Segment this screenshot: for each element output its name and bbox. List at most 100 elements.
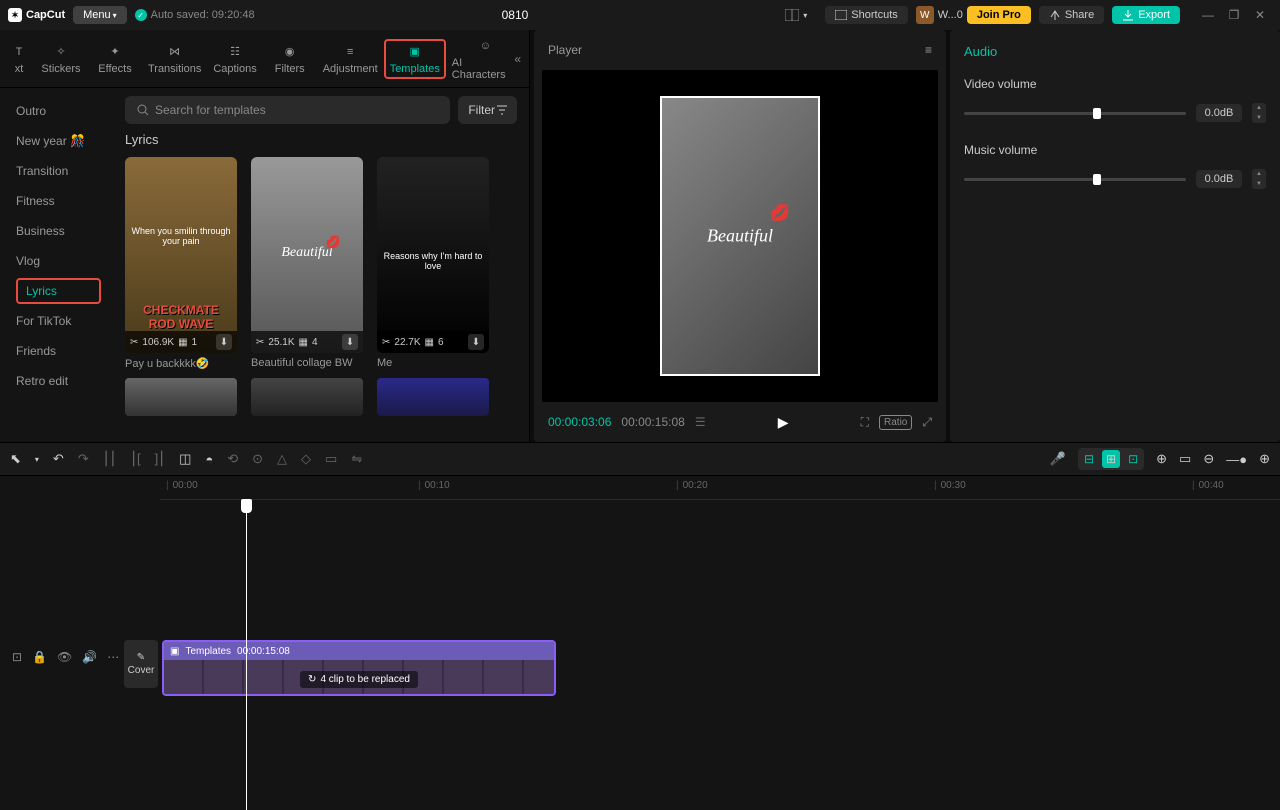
maximize-button[interactable]: ❐	[1222, 3, 1246, 27]
cat-vlog[interactable]: Vlog	[0, 246, 113, 276]
minimize-button[interactable]: —	[1196, 3, 1220, 27]
template-card[interactable]: Reasons why I'm hard to love ✂22.7K ▦6 ⬇…	[377, 157, 489, 370]
cover-button[interactable]: ✎ Cover	[124, 640, 158, 688]
mirror-button[interactable]: ⟲	[227, 451, 238, 467]
template-card[interactable]: Beautiful 💋 ✂25.1K ▦4 ⬇ Beautiful collag…	[251, 157, 363, 370]
mask-button[interactable]: ◓	[205, 452, 213, 467]
cat-friends[interactable]: Friends	[0, 336, 113, 366]
player-menu-button[interactable]: ≡	[925, 43, 932, 57]
tab-stickers[interactable]: ✧ Stickers	[34, 39, 88, 79]
scale-icon[interactable]: ⛶	[861, 415, 869, 430]
split-button[interactable]: ⎮⎮	[103, 451, 117, 467]
effects-icon: ✦	[106, 43, 124, 61]
filter-button[interactable]: Filter	[458, 96, 517, 124]
layout-button[interactable]: ▾	[775, 6, 817, 24]
timeline-toolbar: ⬉ ▾ ↶ ↷ ⎮⎮ ⎮[ ]⎮ ◫ ◓ ⟲ ⊙ △ ◇ ▭ ⇋ 🎤 ⊟ ⊞ ⊡…	[0, 442, 1280, 476]
freeze-button[interactable]: ▭	[325, 451, 337, 467]
shortcuts-button[interactable]: Shortcuts	[825, 6, 907, 24]
undo-button[interactable]: ↶	[53, 451, 64, 467]
export-button[interactable]: Export	[1112, 6, 1180, 24]
cat-business[interactable]: Business	[0, 216, 113, 246]
playhead-handle[interactable]	[241, 499, 252, 513]
download-button[interactable]: ⬇	[468, 334, 484, 350]
tab-effects[interactable]: ✦ Effects	[88, 39, 142, 79]
share-button[interactable]: Share	[1039, 6, 1104, 24]
playhead[interactable]	[246, 500, 247, 810]
reverse-button[interactable]: ⇋	[351, 451, 362, 467]
cat-transition[interactable]: Transition	[0, 156, 113, 186]
template-card[interactable]	[377, 378, 489, 416]
warning-icon[interactable]: △	[277, 451, 287, 467]
select-tool[interactable]: ⬉	[10, 451, 21, 467]
text-icon: T	[10, 43, 28, 61]
layout-icon	[785, 9, 799, 21]
template-chip-icon: ▣	[170, 646, 179, 657]
tab-text[interactable]: T xt	[4, 39, 34, 79]
list-icon[interactable]: ☰	[695, 415, 706, 429]
menu-button[interactable]: Menu▾	[73, 6, 127, 24]
split-right-button[interactable]: ]⎮	[155, 451, 165, 467]
video-volume-value[interactable]: 0.0dB	[1196, 104, 1242, 122]
align-button[interactable]: ⊕	[1156, 451, 1167, 467]
cat-newyear[interactable]: New year 🎊	[0, 126, 113, 156]
tab-captions[interactable]: ☷ Captions	[207, 39, 262, 79]
user-avatar[interactable]: W	[916, 6, 934, 24]
search-input[interactable]: Search for templates	[125, 96, 450, 124]
close-button[interactable]: ✕	[1248, 3, 1272, 27]
timeline-ruler[interactable]: 00:00 00:10 00:20 00:30 00:40	[160, 476, 1280, 500]
tab-adjustment[interactable]: ≡ Adjustment	[317, 39, 384, 79]
fullscreen-button[interactable]: ⤢	[922, 415, 932, 430]
zoom-slider[interactable]: —●	[1226, 452, 1247, 467]
split-left-button[interactable]: ⎮[	[130, 451, 140, 467]
lock-icon[interactable]: 🔒	[32, 650, 47, 664]
tab-templates[interactable]: ▣ Templates	[384, 39, 446, 79]
play-button[interactable]: ▶	[778, 414, 789, 431]
tab-filters[interactable]: ◉ Filters	[263, 39, 317, 79]
media-tabs: T xt ✧ Stickers ✦ Effects ⋈ Transitions …	[0, 30, 529, 88]
music-volume-slider[interactable]	[964, 178, 1186, 181]
rotate-button[interactable]: ⊙	[252, 451, 263, 467]
join-pro-button[interactable]: Join Pro	[967, 6, 1031, 24]
ratio-button[interactable]: Ratio	[879, 415, 912, 430]
video-volume-stepper[interactable]: ▲▼	[1252, 103, 1266, 123]
music-volume-stepper[interactable]: ▲▼	[1252, 169, 1266, 189]
export-icon	[1122, 9, 1134, 21]
zoom-out-button[interactable]: ⊖	[1203, 451, 1214, 467]
template-card[interactable]	[125, 378, 237, 416]
download-button[interactable]: ⬇	[216, 334, 232, 350]
app-name: CapCut	[26, 9, 65, 21]
match-button[interactable]: ▭	[1179, 451, 1191, 467]
player-preview[interactable]: 💋 Beautiful	[542, 70, 938, 402]
cat-fitness[interactable]: Fitness	[0, 186, 113, 216]
template-card[interactable]	[251, 378, 363, 416]
crop-button[interactable]: ◫	[179, 451, 191, 467]
kiss-icon: 💋	[326, 235, 341, 249]
cat-lyrics[interactable]: Lyrics	[16, 278, 101, 304]
tab-transitions[interactable]: ⋈ Transitions	[142, 39, 207, 79]
effect-button[interactable]: ◇	[301, 451, 311, 467]
cat-fortiktok[interactable]: For TikTok	[0, 306, 113, 336]
more-icon[interactable]: ⋯	[107, 650, 119, 664]
select-mode-dropdown[interactable]: ▾	[35, 455, 39, 464]
music-volume-value[interactable]: 0.0dB	[1196, 170, 1242, 188]
mic-button[interactable]: 🎤	[1050, 451, 1066, 467]
video-volume-slider[interactable]	[964, 112, 1186, 115]
ruler-tick: 00:30	[934, 480, 966, 491]
zoom-in-button[interactable]: ⊕	[1259, 451, 1270, 467]
cat-outro[interactable]: Outro	[0, 96, 113, 126]
mute-icon[interactable]: 🔊	[82, 650, 97, 664]
tab-ai-characters[interactable]: ☺ AI Characters	[446, 33, 525, 85]
sticker-icon: ✧	[52, 43, 70, 61]
collapse-panel-button[interactable]: «	[514, 52, 521, 66]
timeline-clip[interactable]: ▣ Templates 00:00:15:08 ↻ 4 clip to be r…	[162, 640, 556, 696]
download-button[interactable]: ⬇	[342, 334, 358, 350]
template-card[interactable]: When you smilin through your pain CHECKM…	[125, 157, 237, 370]
eye-icon[interactable]: 👁	[57, 650, 72, 664]
project-title[interactable]: 0810	[263, 8, 768, 22]
track-collapse-icon[interactable]: ⊡	[12, 650, 22, 664]
redo-button[interactable]: ↷	[78, 451, 89, 467]
clip-replace-badge[interactable]: ↻ 4 clip to be replaced	[300, 671, 418, 688]
snap-mode-group[interactable]: ⊟ ⊞ ⊡	[1078, 448, 1144, 470]
cat-retro[interactable]: Retro edit	[0, 366, 113, 396]
time-total: 00:00:15:08	[621, 415, 684, 429]
